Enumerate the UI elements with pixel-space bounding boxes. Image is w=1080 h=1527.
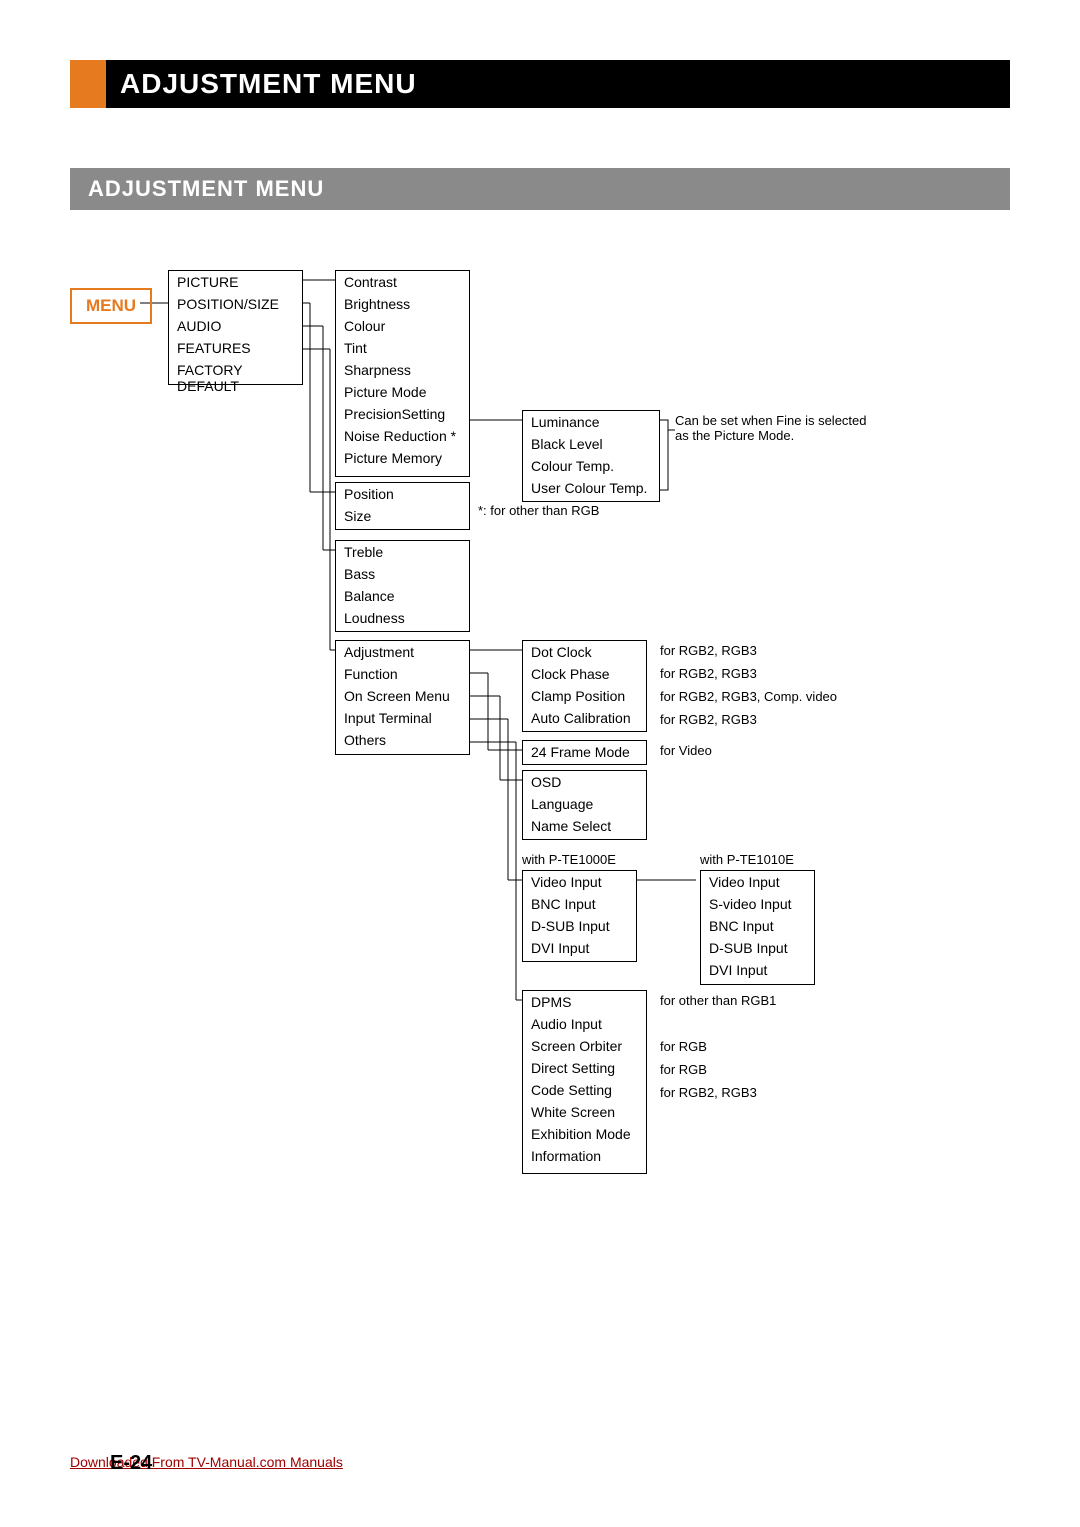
input1-label: with P-TE1000E xyxy=(522,852,616,867)
list-item: Others xyxy=(336,729,469,751)
list-item: BNC Input xyxy=(701,915,814,937)
list-item: Bass xyxy=(336,563,469,585)
note: for RGB xyxy=(660,1039,707,1054)
list-item: DVI Input xyxy=(523,937,636,959)
col1-box: PICTURE POSITION/SIZE AUDIO FEATURES FAC… xyxy=(168,270,303,385)
list-item: Colour Temp. xyxy=(523,455,659,477)
menu-tree-diagram: MENU PICTURE POSITION/SIZE AUDIO FEATURE… xyxy=(70,270,1010,1190)
list-item: 24 Frame Mode xyxy=(523,741,646,763)
list-item: DPMS xyxy=(523,991,646,1013)
list-item: Picture Mode xyxy=(336,381,469,403)
list-item: Adjustment xyxy=(336,641,469,663)
others-box: DPMS Audio Input Screen Orbiter Direct S… xyxy=(522,990,647,1174)
list-item: Clamp Position xyxy=(523,685,646,707)
list-item: Size xyxy=(336,505,469,527)
list-item: Video Input xyxy=(701,871,814,893)
list-item: Noise Reduction * xyxy=(336,425,469,447)
page-title-bar: ADJUSTMENT MENU xyxy=(70,60,1010,108)
list-item: User Colour Temp. xyxy=(523,477,659,499)
list-item: S-video Input xyxy=(701,893,814,915)
note: for Video xyxy=(660,743,712,758)
col1-item: PICTURE xyxy=(169,271,302,293)
note: for RGB2, RGB3 xyxy=(660,643,757,658)
osd-box: OSD Language Name Select xyxy=(522,770,647,840)
input2-label: with P-TE1010E xyxy=(700,852,794,867)
note: for RGB2, RGB3 xyxy=(660,1085,757,1100)
list-item: Picture Memory xyxy=(336,447,469,469)
list-item: Direct Setting xyxy=(523,1057,646,1079)
list-item: Loudness xyxy=(336,607,469,629)
list-item: Exhibition Mode xyxy=(523,1123,646,1145)
precision-note: Can be set when Fine is selected as the … xyxy=(675,413,875,443)
adjustment-box: Dot Clock Clock Phase Clamp Position Aut… xyxy=(522,640,647,732)
list-item: Luminance xyxy=(523,411,659,433)
section-subtitle: ADJUSTMENT MENU xyxy=(70,168,1010,210)
list-item: White Screen xyxy=(523,1101,646,1123)
list-item: Position xyxy=(336,483,469,505)
page-title: ADJUSTMENT MENU xyxy=(106,60,1010,108)
col1-item: AUDIO xyxy=(169,315,302,337)
list-item: Information xyxy=(523,1145,646,1167)
accent-block xyxy=(70,60,106,108)
note: for RGB2, RGB3, Comp. video xyxy=(660,689,837,704)
rgb-note: *: for other than RGB xyxy=(478,503,599,518)
precision-box: Luminance Black Level Colour Temp. User … xyxy=(522,410,660,502)
list-item: D-SUB Input xyxy=(701,937,814,959)
function-box: 24 Frame Mode xyxy=(522,740,647,765)
list-item: Black Level xyxy=(523,433,659,455)
list-item: Function xyxy=(336,663,469,685)
list-item: Language xyxy=(523,793,646,815)
list-item: Colour xyxy=(336,315,469,337)
note: for RGB2, RGB3 xyxy=(660,666,757,681)
position-box: Position Size xyxy=(335,482,470,530)
list-item: Brightness xyxy=(336,293,469,315)
list-item: Input Terminal xyxy=(336,707,469,729)
list-item: D-SUB Input xyxy=(523,915,636,937)
col1-item: POSITION/SIZE xyxy=(169,293,302,315)
list-item: Auto Calibration xyxy=(523,707,646,729)
list-item: Video Input xyxy=(523,871,636,893)
input1-box: Video Input BNC Input D-SUB Input DVI In… xyxy=(522,870,637,962)
list-item: BNC Input xyxy=(523,893,636,915)
note: for RGB2, RGB3 xyxy=(660,712,757,727)
list-item: Tint xyxy=(336,337,469,359)
list-item: Contrast xyxy=(336,271,469,293)
input2-box: Video Input S-video Input BNC Input D-SU… xyxy=(700,870,815,985)
page-number: E-24 xyxy=(110,1452,152,1475)
note: for other than RGB1 xyxy=(660,993,776,1008)
list-item: Name Select xyxy=(523,815,646,837)
audio-box: Treble Bass Balance Loudness xyxy=(335,540,470,632)
menu-root: MENU xyxy=(70,288,152,324)
picture-box: Contrast Brightness Colour Tint Sharpnes… xyxy=(335,270,470,477)
list-item: DVI Input xyxy=(701,959,814,981)
list-item: Balance xyxy=(336,585,469,607)
list-item: Code Setting xyxy=(523,1079,646,1101)
list-item: Sharpness xyxy=(336,359,469,381)
list-item: Audio Input xyxy=(523,1013,646,1035)
list-item: Dot Clock xyxy=(523,641,646,663)
list-item: Treble xyxy=(336,541,469,563)
list-item: OSD xyxy=(523,771,646,793)
col1-item: FACTORY DEFAULT xyxy=(169,359,302,397)
list-item: Clock Phase xyxy=(523,663,646,685)
list-item: Screen Orbiter xyxy=(523,1035,646,1057)
note: for RGB xyxy=(660,1062,707,1077)
list-item: PrecisionSetting xyxy=(336,403,469,425)
col1-item: FEATURES xyxy=(169,337,302,359)
list-item: On Screen Menu xyxy=(336,685,469,707)
features-box: Adjustment Function On Screen Menu Input… xyxy=(335,640,470,755)
